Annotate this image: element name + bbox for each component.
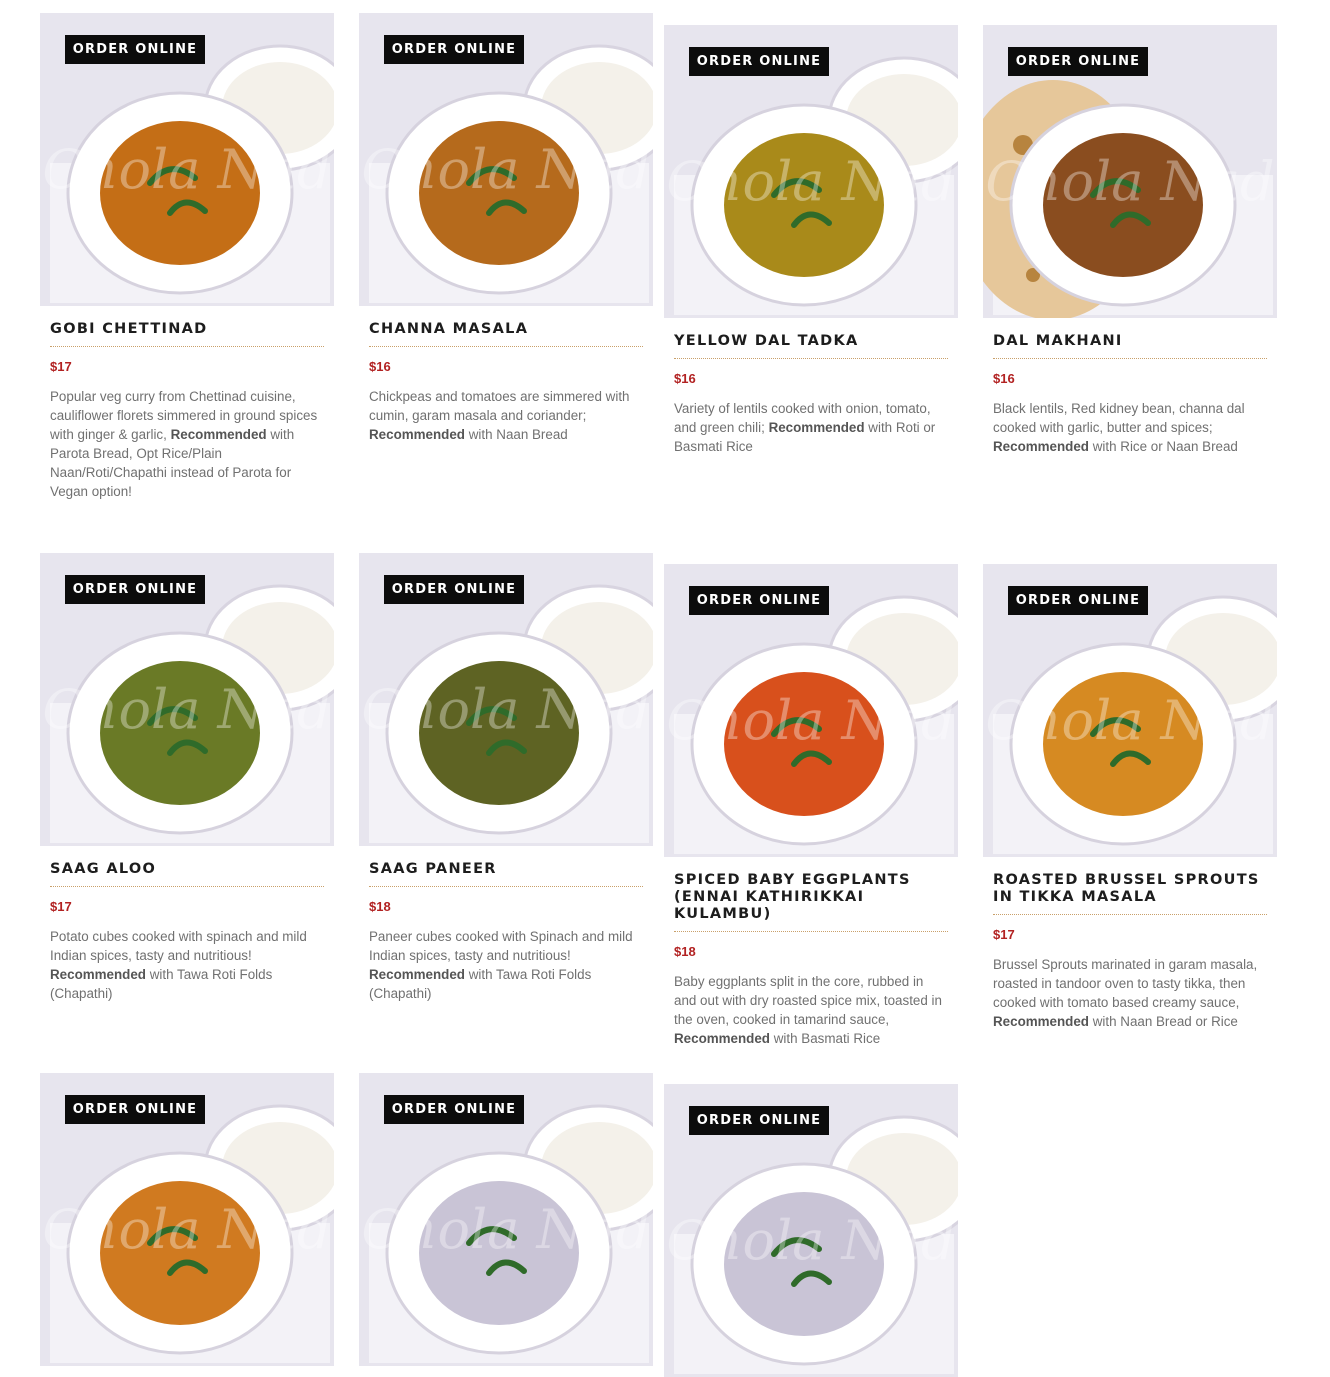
dish-description: Chickpeas and tomatoes are simmered with… <box>369 387 643 444</box>
description-text: Chickpeas and tomatoes are simmered with… <box>369 389 630 423</box>
svg-text:Chola Nad: Chola Nad <box>42 138 331 201</box>
dish-info: CHANNA MASALA $16 Chickpeas and tomatoes a… <box>369 321 643 444</box>
dish-photo[interactable]: Chola Nad ORDER ONLINE <box>40 1073 334 1366</box>
svg-text:Chola Nad: Chola Nad <box>666 689 955 752</box>
recommended-label: Recommended <box>50 967 146 982</box>
dish-price: $17 <box>50 899 72 914</box>
dish-price: $16 <box>674 371 696 386</box>
order-online-button[interactable]: ORDER ONLINE <box>65 35 205 64</box>
recommended-with: with Naan Bread or Rice <box>1092 1014 1238 1029</box>
recommended-label: Recommended <box>369 427 465 442</box>
dish-description: Potato cubes cooked with spinach and mil… <box>50 927 324 1003</box>
dish-description: Variety of lentils cooked with onion, to… <box>674 399 948 456</box>
dish-photo[interactable]: Chola Nad ORDER ONLINE <box>359 553 653 846</box>
svg-text:Chola Nad: Chola Nad <box>361 678 650 741</box>
dish-title[interactable]: CHANNA MASALA <box>369 321 643 347</box>
recommended-with: with Basmati Rice <box>773 1031 881 1046</box>
recommended-with: with Naan Bread <box>468 427 568 442</box>
order-online-button[interactable]: ORDER ONLINE <box>689 47 829 76</box>
dish-photo[interactable]: Chola Nad ORDER ONLINE <box>983 25 1277 318</box>
dish-photo[interactable]: Chola Nad ORDER ONLINE <box>359 13 653 306</box>
dish-description: Brussel Sprouts marinated in garam masal… <box>993 955 1267 1031</box>
dish-description: Black lentils, Red kidney bean, channa d… <box>993 399 1267 456</box>
dish-price: $16 <box>993 371 1015 386</box>
dish-title[interactable]: SAAG ALOO <box>50 861 324 887</box>
dish-photo[interactable]: Chola Nad ORDER ONLINE <box>359 1073 653 1366</box>
dish-info: SAAG PANEER $18 Paneer cubes cooked with S… <box>369 861 643 1003</box>
order-online-button[interactable]: ORDER ONLINE <box>1008 586 1148 615</box>
recommended-label: Recommended <box>993 439 1089 454</box>
svg-text:Chola Nad: Chola Nad <box>666 1209 955 1272</box>
dish-info: SPICED BABY EGGPLANTS (ENNAI KATHIRIKKAI… <box>674 872 948 1048</box>
dish-photo[interactable]: Chola Nad ORDER ONLINE <box>40 13 334 306</box>
dish-title[interactable]: SAAG PANEER <box>369 861 643 887</box>
order-online-button[interactable]: ORDER ONLINE <box>384 35 524 64</box>
description-text: Brussel Sprouts marinated in garam masal… <box>993 957 1258 1010</box>
description-text: Paneer cubes cooked with Spinach and mil… <box>369 929 633 963</box>
dish-info: DAL MAKHANI $16 Black lentils, Red kidney … <box>993 333 1267 456</box>
recommended-label: Recommended <box>993 1014 1089 1029</box>
dish-description: Popular veg curry from Chettinad cuisine… <box>50 387 324 501</box>
svg-text:Chola Nad: Chola Nad <box>42 1198 331 1261</box>
dish-photo[interactable]: Chola Nad ORDER ONLINE <box>664 25 958 318</box>
description-text: Potato cubes cooked with spinach and mil… <box>50 929 307 963</box>
dish-price: $16 <box>369 359 391 374</box>
dish-title[interactable]: DAL MAKHANI <box>993 333 1267 359</box>
dish-info: YELLOW DAL TADKA $16 Variety of lentils co… <box>674 333 948 456</box>
dish-info: SAAG ALOO $17 Potato cubes cooked with spi… <box>50 861 324 1003</box>
recommended-with: with Rice or Naan Bread <box>1092 439 1238 454</box>
dish-description: Paneer cubes cooked with Spinach and mil… <box>369 927 643 1003</box>
description-text: Black lentils, Red kidney bean, channa d… <box>993 401 1245 435</box>
svg-text:Chola Nad: Chola Nad <box>42 678 331 741</box>
svg-text:Chola Nad: Chola Nad <box>361 1198 650 1261</box>
recommended-label: Recommended <box>170 427 267 442</box>
recommended-label: Recommended <box>369 967 465 982</box>
dish-photo[interactable]: Chola Nad ORDER ONLINE <box>983 564 1277 857</box>
dish-price: $17 <box>993 927 1015 942</box>
dish-info: ROASTED BRUSSEL SPROUTS IN TIKKA MASALA $… <box>993 872 1267 1031</box>
dish-photo[interactable]: Chola Nad ORDER ONLINE <box>664 1084 958 1377</box>
dish-price: $17 <box>50 359 72 374</box>
dish-info: GOBI CHETTINAD $17 Popular veg curry from … <box>50 321 324 501</box>
order-online-button[interactable]: ORDER ONLINE <box>384 575 524 604</box>
dish-price: $18 <box>674 944 696 959</box>
dish-title[interactable]: SPICED BABY EGGPLANTS (ENNAI KATHIRIKKAI… <box>674 872 948 932</box>
svg-text:Chola Nad: Chola Nad <box>985 689 1274 752</box>
order-online-button[interactable]: ORDER ONLINE <box>689 1106 829 1135</box>
dish-title[interactable]: YELLOW DAL TADKA <box>674 333 948 359</box>
dish-photo[interactable]: Chola Nad ORDER ONLINE <box>664 564 958 857</box>
order-online-button[interactable]: ORDER ONLINE <box>65 575 205 604</box>
svg-text:Chola Nad: Chola Nad <box>666 150 955 213</box>
dish-price: $18 <box>369 899 391 914</box>
dish-title[interactable]: GOBI CHETTINAD <box>50 321 324 347</box>
recommended-label: Recommended <box>768 420 865 435</box>
svg-text:Chola Nad: Chola Nad <box>361 138 650 201</box>
recommended-label: Recommended <box>674 1031 770 1046</box>
order-online-button[interactable]: ORDER ONLINE <box>689 586 829 615</box>
dish-title[interactable]: ROASTED BRUSSEL SPROUTS IN TIKKA MASALA <box>993 872 1267 915</box>
description-text: Baby eggplants split in the core, rubbed… <box>674 974 942 1027</box>
dish-description: Baby eggplants split in the core, rubbed… <box>674 972 948 1048</box>
svg-text:Chola Nad: Chola Nad <box>985 150 1274 213</box>
order-online-button[interactable]: ORDER ONLINE <box>1008 47 1148 76</box>
dish-photo[interactable]: Chola Nad ORDER ONLINE <box>40 553 334 846</box>
